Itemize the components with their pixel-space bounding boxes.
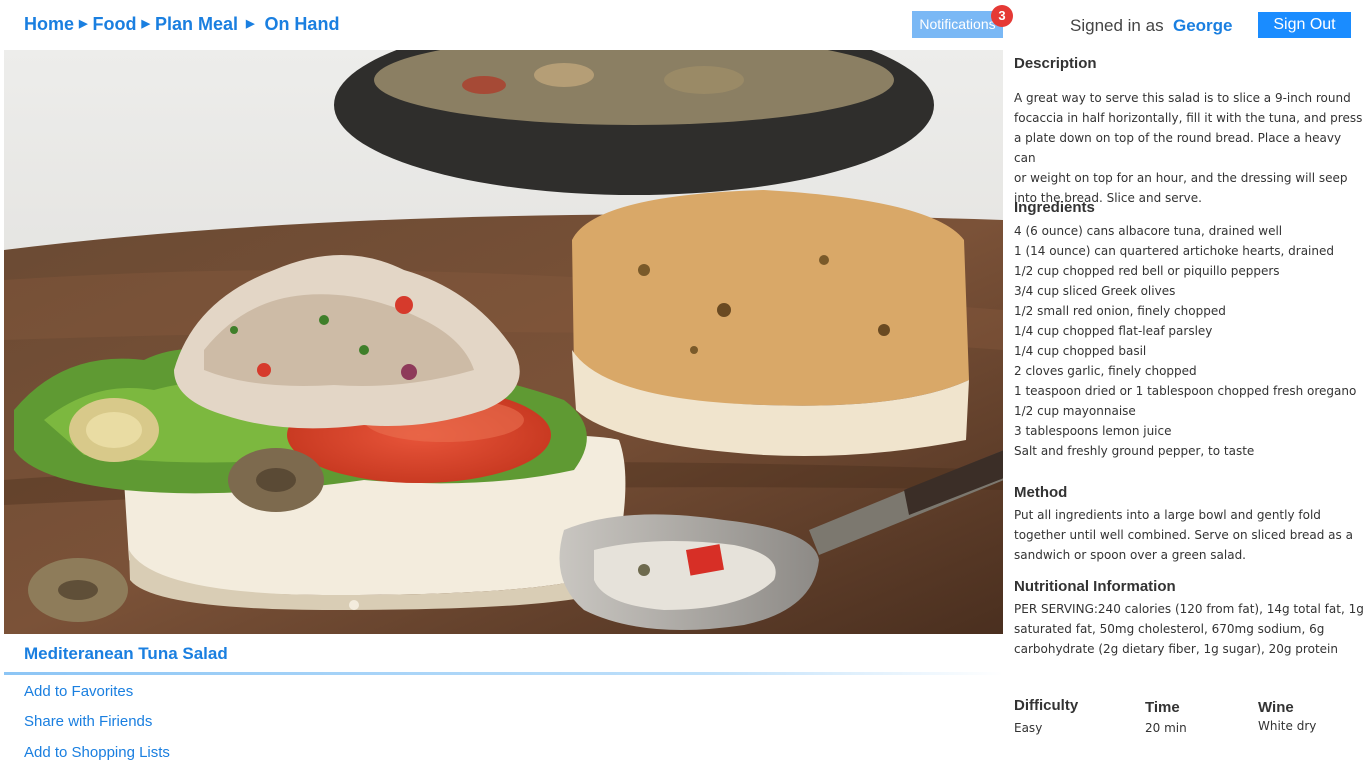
recipe-photo [4, 50, 1003, 634]
ingredient-item: 1/4 cup chopped basil [1014, 344, 1147, 358]
signed-in-label: Signed in as [1070, 16, 1164, 35]
title-divider [4, 672, 1003, 675]
ingredient-item: 3 tablespoons lemon juice [1014, 424, 1172, 438]
nutrition-line: carbohydrate (2g dietary fiber, 1g sugar… [1014, 642, 1338, 656]
method-line: Put all ingredients into a large bowl an… [1014, 508, 1321, 522]
method-line: sandwich or spoon over a green salad. [1014, 548, 1246, 562]
nutrition-line: PER SERVING:240 calories (120 from fat),… [1014, 602, 1364, 616]
ingredients-heading: Ingredients [1014, 199, 1095, 216]
ingredient-item: 1/2 small red onion, finely chopped [1014, 304, 1226, 318]
nutrition-line: saturated fat, 50mg cholesterol, 670mg s… [1014, 622, 1325, 636]
sign-out-button[interactable]: Sign Out [1258, 12, 1351, 38]
ingredient-item: 1 (14 ounce) can quartered artichoke hea… [1014, 244, 1334, 258]
notifications-count-badge: 3 [991, 5, 1013, 27]
ingredient-item: 3/4 cup sliced Greek olives [1014, 284, 1176, 298]
difficulty-label: Difficulty [1014, 697, 1079, 714]
description-heading: Description [1014, 55, 1097, 72]
description-line: a plate down on top of the round bread. … [1014, 131, 1342, 165]
breadcrumb-home[interactable]: Home [24, 14, 74, 35]
recipe-photo-illustration [4, 50, 1003, 634]
recipe-title: Mediteranean Tuna Salad [24, 644, 228, 663]
ingredient-item: Salt and freshly ground pepper, to taste [1014, 444, 1255, 458]
description-line: A great way to serve this salad is to sl… [1014, 91, 1351, 105]
breadcrumb-separator-icon: ▶ [245, 18, 255, 30]
time-value: 20 min [1145, 721, 1187, 735]
description-line: or weight on top for an hour, and the dr… [1014, 171, 1348, 185]
notifications-button[interactable]: Notifications [912, 11, 1003, 38]
ingredient-item: 2 cloves garlic, finely chopped [1014, 364, 1197, 378]
nutrition-heading: Nutritional Information [1014, 578, 1176, 595]
wine-value: White dry [1258, 719, 1317, 733]
description-line: focaccia in half horizontally, fill it w… [1014, 111, 1363, 125]
breadcrumb-food[interactable]: Food [92, 14, 136, 35]
method-line: together until well combined. Serve on s… [1014, 528, 1353, 542]
share-with-friends-link[interactable]: Share with Firiends [24, 713, 152, 730]
breadcrumb-on-hand[interactable]: On Hand [264, 14, 339, 35]
breadcrumb-separator-icon: ▶ [79, 18, 88, 30]
ingredient-item: 1/2 cup mayonnaise [1014, 404, 1136, 418]
difficulty-value: Easy [1014, 721, 1043, 735]
time-label: Time [1145, 699, 1180, 716]
add-to-shopping-lists-link[interactable]: Add to Shopping Lists [24, 744, 170, 761]
ingredient-item: 4 (6 ounce) cans albacore tuna, drained … [1014, 224, 1283, 238]
method-heading: Method [1014, 484, 1068, 501]
breadcrumb-separator-icon: ▶ [141, 18, 150, 30]
ingredient-item: 1 teaspoon dried or 1 tablespoon chopped… [1014, 384, 1357, 398]
user-name-link[interactable]: George [1173, 16, 1233, 36]
breadcrumb: Home ▶ Food ▶ Plan Meal ▶ On Hand [24, 14, 339, 35]
add-to-favorites-link[interactable]: Add to Favorites [24, 683, 133, 700]
description-text: A great way to serve this salad is to sl… [1014, 88, 1364, 208]
nutrition-text: PER SERVING:240 calories (120 from fat),… [1014, 599, 1364, 659]
wine-label: Wine [1258, 699, 1294, 716]
ingredient-item: 1/2 cup chopped red bell or piquillo pep… [1014, 264, 1280, 278]
ingredients-list: 4 (6 ounce) cans albacore tuna, drained … [1014, 221, 1364, 461]
method-text: Put all ingredients into a large bowl an… [1014, 505, 1364, 565]
breadcrumb-plan-meal[interactable]: Plan Meal [155, 14, 238, 35]
ingredient-item: 1/4 cup chopped flat-leaf parsley [1014, 324, 1213, 338]
